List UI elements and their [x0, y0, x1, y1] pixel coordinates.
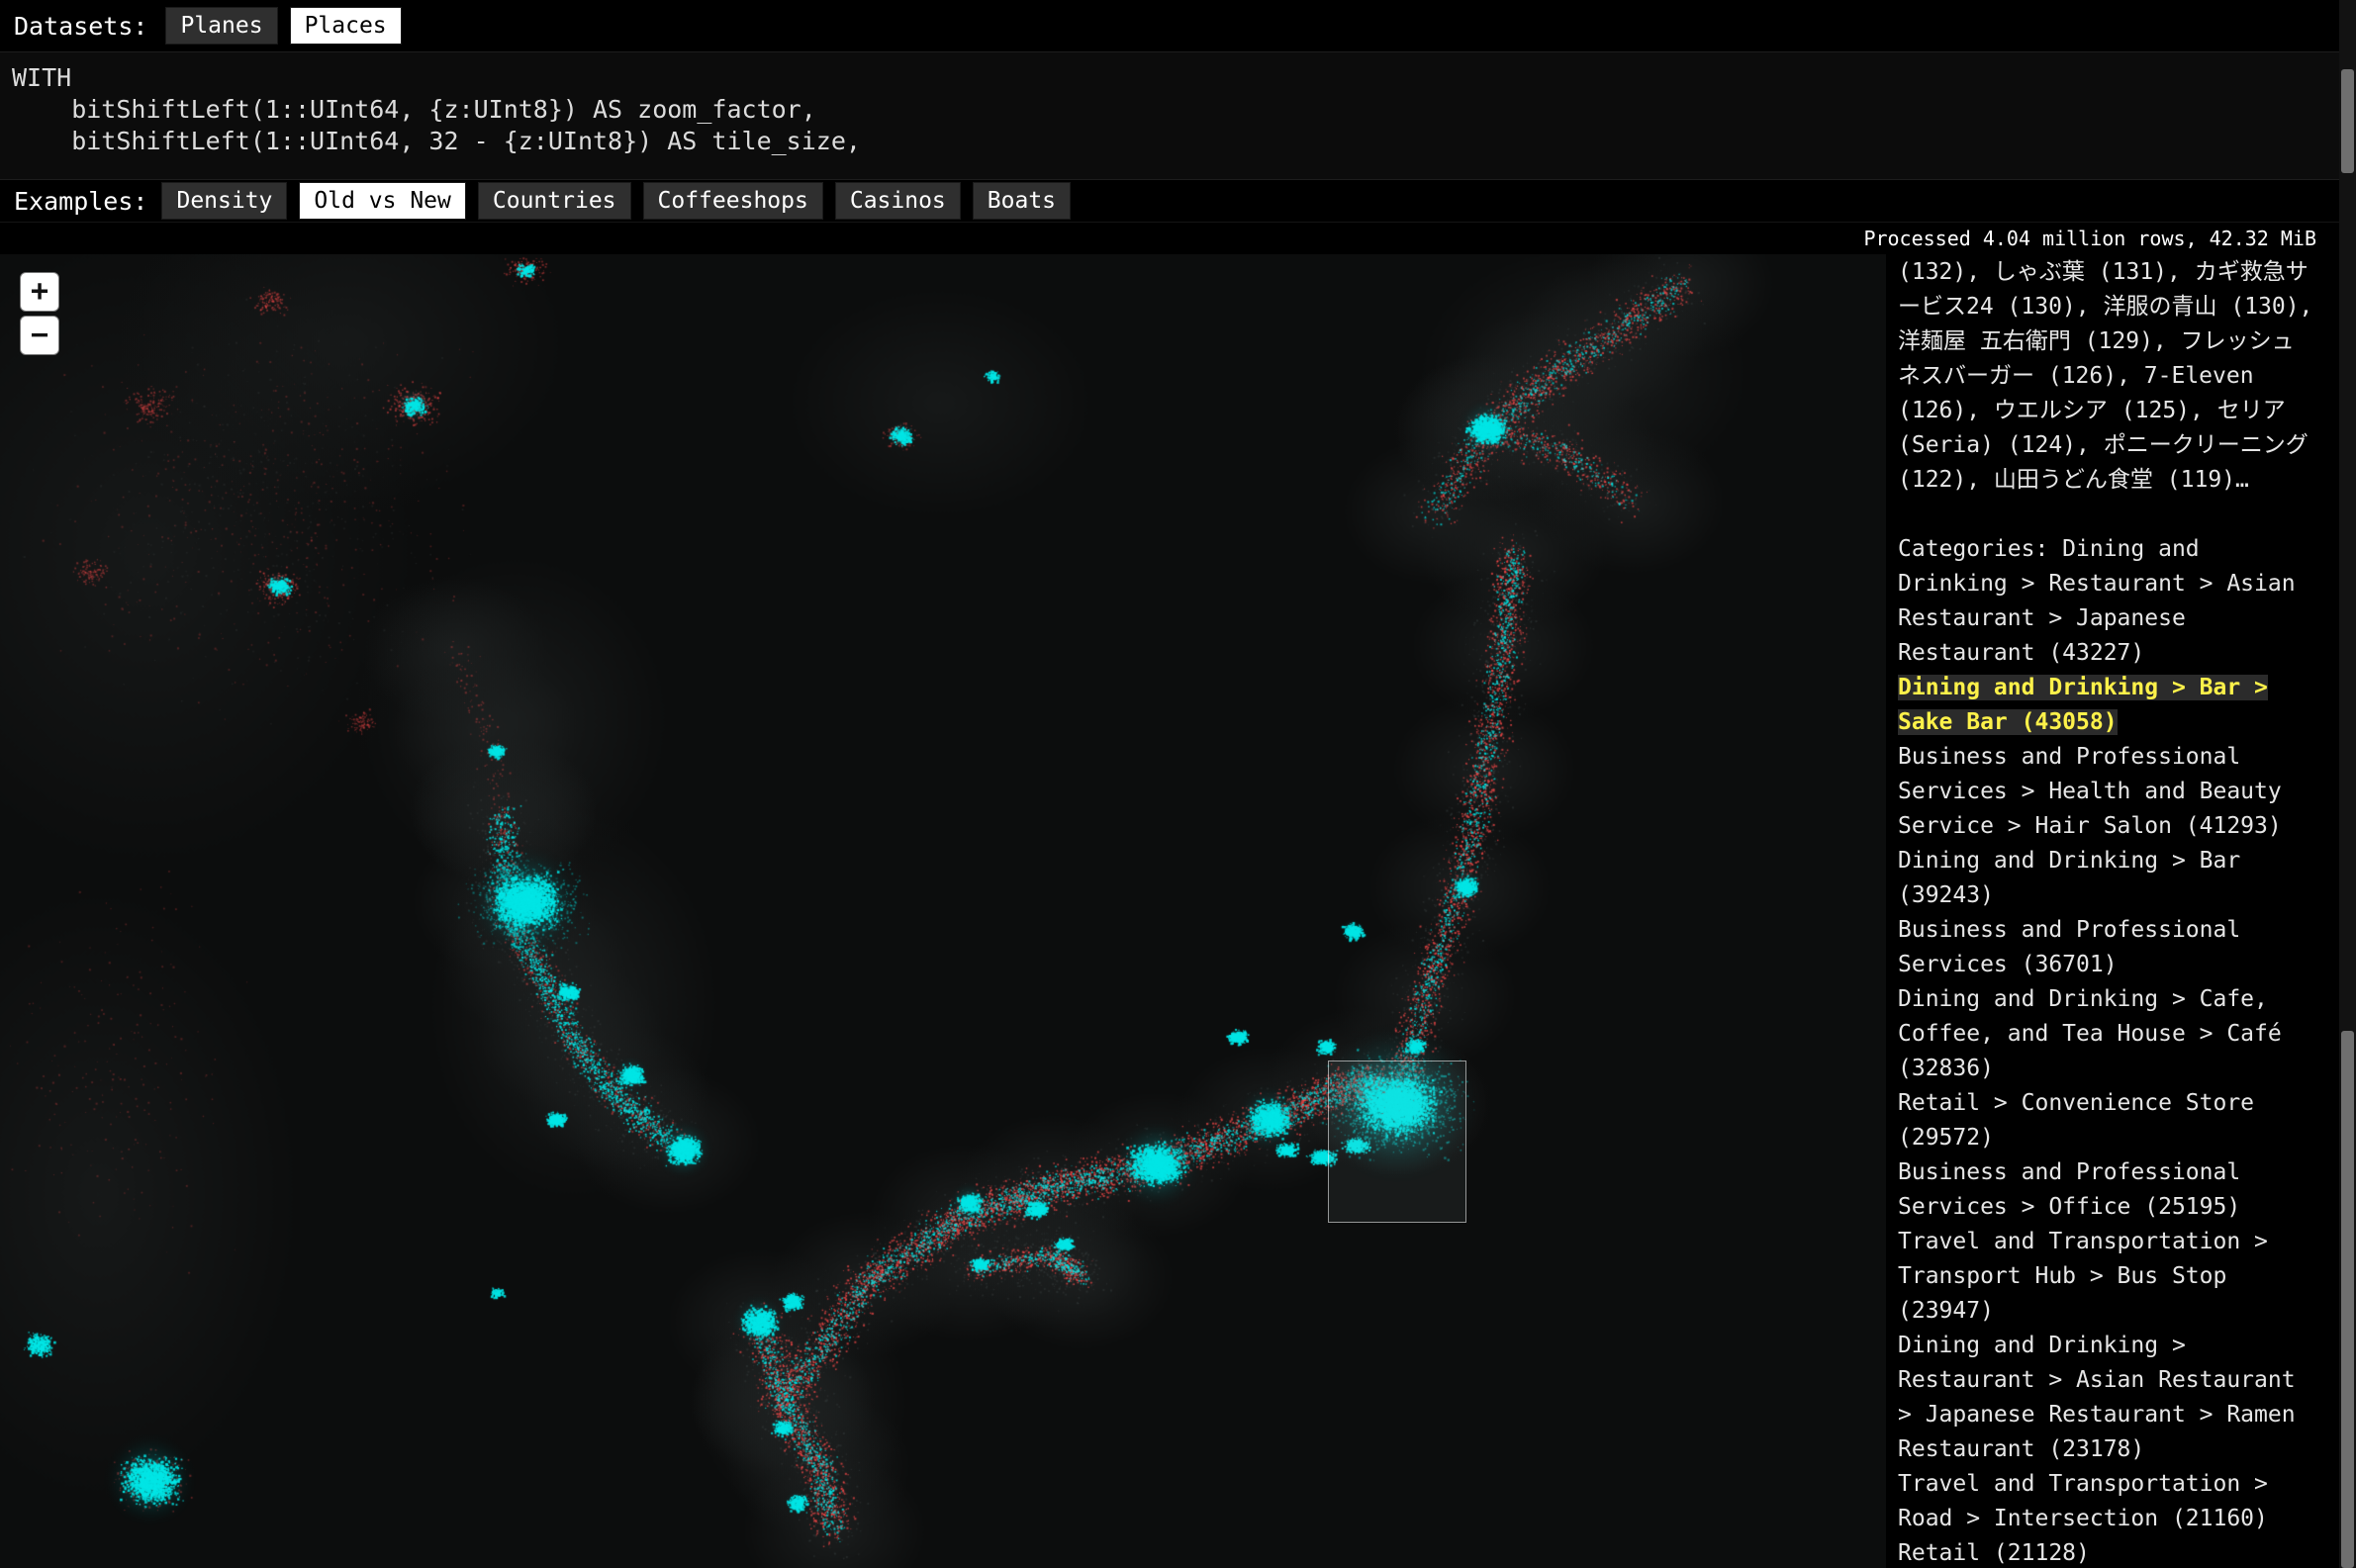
examples-bar: Examples: Density Old vs New Countries Coff…: [0, 180, 2356, 223]
dataset-button-places[interactable]: Places: [290, 7, 402, 45]
example-button-casinos[interactable]: Casinos: [835, 182, 961, 220]
category-text: Retail (21128): [1898, 1540, 2090, 1566]
sidebar: (132), しゃぶ葉 (131), カギ救急サービス24 (130), 洋服の…: [1886, 254, 2321, 1568]
category-item[interactable]: Retail (21128): [1898, 1536, 2315, 1568]
categories-label: Categories:: [1898, 536, 2062, 562]
map-selection-box[interactable]: [1328, 1061, 1466, 1223]
dataset-buttons: Planes Places: [165, 7, 401, 45]
category-text: Travel and Transportation > Road > Inter…: [1898, 1471, 2268, 1531]
category-text: Retail > Convenience Store (29572): [1898, 1090, 2254, 1151]
category-item[interactable]: Dining and Drinking > Bar > Sake Bar (43…: [1898, 671, 2315, 740]
page-scrollbar-thumb[interactable]: [2341, 1031, 2354, 1568]
content-row: + − (132), しゃぶ葉 (131), カギ救急サービス24 (130),…: [0, 254, 2356, 1568]
example-button-density[interactable]: Density: [161, 182, 287, 220]
example-buttons: Density Old vs New Countries Coffeeshops Cas…: [161, 182, 1071, 220]
categories-list: Categories: Dining and Drinking > Restau…: [1898, 532, 2315, 1568]
category-item[interactable]: Business and Professional Services > Off…: [1898, 1155, 2315, 1225]
zoom-in-button[interactable]: +: [20, 272, 59, 312]
example-button-boats[interactable]: Boats: [973, 182, 1071, 220]
map[interactable]: + −: [0, 254, 1886, 1568]
category-text: Business and Professional Services > Off…: [1898, 1159, 2240, 1220]
zoom-controls: + −: [20, 272, 59, 355]
category-item[interactable]: Categories: Dining and Drinking > Restau…: [1898, 532, 2315, 671]
category-text: Dining and Drinking > Cafe, Coffee, and …: [1898, 986, 2282, 1081]
app-root: Datasets: Planes Places WITH bitShiftLeft…: [0, 0, 2356, 1568]
category-text: Business and Professional Services > Hea…: [1898, 744, 2282, 839]
status-text: Processed 4.04 million rows, 42.32 MiB: [1863, 227, 2316, 250]
category-item[interactable]: Dining and Drinking > Restaurant > Asian…: [1898, 1329, 2315, 1467]
category-item[interactable]: Business and Professional Services (3670…: [1898, 913, 2315, 982]
map-canvas[interactable]: [0, 254, 1886, 1568]
page-scrollbar[interactable]: [2339, 0, 2356, 1568]
category-text: Dining and Drinking > Restaurant > Asian…: [1898, 1333, 2296, 1462]
category-item[interactable]: Dining and Drinking > Bar (39243): [1898, 844, 2315, 913]
status-strip: Processed 4.04 million rows, 42.32 MiB: [0, 223, 2356, 254]
zoom-out-button[interactable]: −: [20, 316, 59, 355]
datasets-bar: Datasets: Planes Places: [0, 0, 2356, 51]
category-text: Business and Professional Services (3670…: [1898, 917, 2240, 977]
datasets-label: Datasets:: [14, 12, 147, 41]
code-scrollbar-thumb[interactable]: [2341, 69, 2354, 173]
category-text: Dining and Drinking > Bar (39243): [1898, 848, 2240, 908]
query-text[interactable]: WITH bitShiftLeft(1::UInt64, {z:UInt8}) …: [12, 62, 2356, 157]
category-item[interactable]: Travel and Transportation > Transport Hu…: [1898, 1225, 2315, 1329]
examples-label: Examples:: [14, 187, 147, 216]
dataset-button-planes[interactable]: Planes: [165, 7, 277, 45]
example-button-countries[interactable]: Countries: [478, 182, 631, 220]
example-button-coffeeshops[interactable]: Coffeeshops: [643, 182, 823, 220]
category-text: Dining and Drinking > Bar > Sake Bar (43…: [1898, 675, 2268, 735]
example-button-old-vs-new[interactable]: Old vs New: [299, 182, 465, 220]
brands-text: (132), しゃぶ葉 (131), カギ救急サービス24 (130), 洋服の…: [1898, 255, 2315, 498]
category-item[interactable]: Business and Professional Services > Hea…: [1898, 740, 2315, 844]
query-editor[interactable]: WITH bitShiftLeft(1::UInt64, {z:UInt8}) …: [0, 51, 2356, 180]
category-item[interactable]: Travel and Transportation > Road > Inter…: [1898, 1467, 2315, 1536]
category-item[interactable]: Retail > Convenience Store (29572): [1898, 1086, 2315, 1155]
category-text: Travel and Transportation > Transport Hu…: [1898, 1229, 2268, 1324]
category-item[interactable]: Dining and Drinking > Cafe, Coffee, and …: [1898, 982, 2315, 1086]
